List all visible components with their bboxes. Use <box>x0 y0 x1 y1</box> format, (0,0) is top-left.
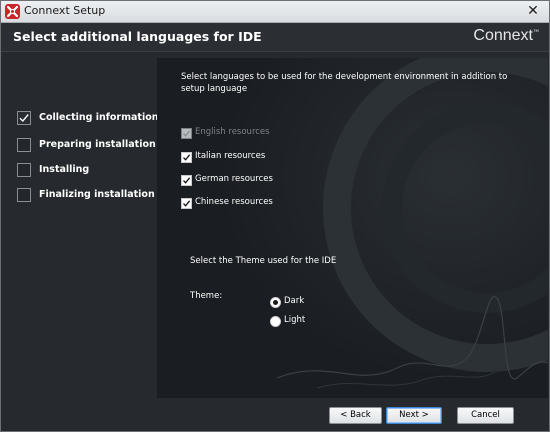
step-status-box <box>17 138 31 152</box>
step-status-box <box>17 111 31 125</box>
step-label: Finalizing installation <box>39 189 155 200</box>
step-label: Preparing installation <box>39 139 156 150</box>
languages-intro-text: Select languages to be used for the deve… <box>181 72 508 94</box>
checkmark-icon <box>19 114 29 123</box>
background-decoration <box>157 58 548 398</box>
checkmark-icon <box>183 130 191 137</box>
connext-logo-icon <box>5 4 20 19</box>
english-label: English resources <box>195 127 270 137</box>
english-checkbox <box>181 128 192 139</box>
checkmark-icon <box>183 200 191 207</box>
setup-window: Connext Setup ✕ Select additional langua… <box>0 0 550 432</box>
header-band: Select additional languages for IDE Conn… <box>1 23 549 52</box>
close-button[interactable]: ✕ <box>525 2 541 20</box>
german-checkbox[interactable] <box>181 175 192 186</box>
dark-radio[interactable] <box>270 297 281 308</box>
german-label[interactable]: German resources <box>195 174 273 184</box>
light-label[interactable]: Light <box>284 315 305 325</box>
checkmark-icon <box>183 154 191 161</box>
dark-label[interactable]: Dark <box>284 296 304 306</box>
step-status-box <box>17 188 31 202</box>
content-panel: Select languages to be used for the deve… <box>157 58 548 398</box>
page-title: Select additional languages for IDE <box>13 29 262 44</box>
back-button[interactable]: < Back <box>329 407 382 424</box>
trademark-mark: ™ <box>533 29 539 36</box>
chinese-label[interactable]: Chinese resources <box>195 197 273 207</box>
brand-logo: Connext™ <box>473 27 539 45</box>
light-radio[interactable] <box>270 316 281 327</box>
cancel-button[interactable]: Cancel <box>457 407 514 424</box>
window-title: Connext Setup <box>24 4 106 17</box>
checkmark-icon <box>183 177 191 184</box>
italian-label[interactable]: Italian resources <box>195 151 265 161</box>
step-label: Collecting information <box>39 112 159 123</box>
theme-section-title: Select the Theme used for the IDE <box>190 256 337 266</box>
italian-checkbox[interactable] <box>181 152 192 163</box>
step-status-box <box>17 163 31 177</box>
theme-label: Theme: <box>190 291 223 301</box>
title-bar: Connext Setup ✕ <box>1 1 549 23</box>
chinese-checkbox[interactable] <box>181 198 192 209</box>
brand-name: Connext <box>473 27 533 44</box>
next-button[interactable]: Next > <box>386 407 442 424</box>
step-label: Installing <box>39 164 90 175</box>
